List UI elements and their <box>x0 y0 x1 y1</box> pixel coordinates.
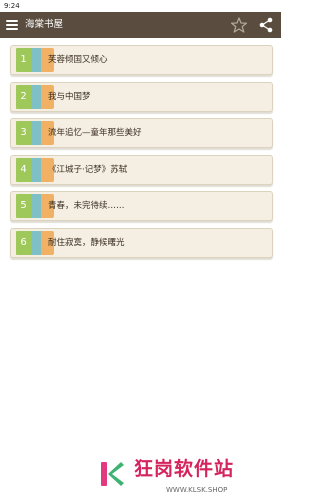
book-number: 2 <box>20 90 27 102</box>
book-item[interactable]: 6 耐住寂寞，静候曙光 <box>10 227 273 258</box>
watermark: 狂岗软件站 WWW.KLSK.SHOP <box>0 445 281 500</box>
watermark-url: WWW.KLSK.SHOP <box>166 486 228 494</box>
book-title: 《江城子·记梦》苏轼 <box>48 164 128 175</box>
book-title: 耐住寂寞，静候曙光 <box>48 237 125 248</box>
menu-icon[interactable] <box>4 17 20 33</box>
status-time: 9:24 <box>4 2 20 10</box>
share-icon[interactable] <box>257 16 275 34</box>
book-list: 1 芙蓉倾国又倾心 2 我与中国梦 3 流年追忆—童年那些美好 4 《江城子·记… <box>10 45 273 264</box>
book-number: 1 <box>20 54 27 65</box>
book-item[interactable]: 5 青春，未完待续…… <box>10 191 273 221</box>
book-number: 3 <box>20 127 27 138</box>
book-item[interactable]: 3 流年追忆—童年那些美好 <box>10 118 273 148</box>
status-bar: 9:24 <box>0 0 281 12</box>
book-item[interactable]: 2 我与中国梦 <box>10 81 273 112</box>
book-title: 芙蓉倾国又倾心 <box>48 55 108 65</box>
book-number: 6 <box>20 236 27 248</box>
book-number: 5 <box>20 200 27 211</box>
watermark-logo-icon <box>97 459 127 489</box>
app-title: 海棠书屋 <box>25 19 64 30</box>
book-item[interactable]: 1 芙蓉倾国又倾心 <box>10 45 273 75</box>
book-title: 我与中国梦 <box>48 91 91 102</box>
book-title: 流年追忆—童年那些美好 <box>48 128 142 138</box>
book-number: 4 <box>20 163 27 175</box>
star-icon[interactable] <box>230 16 248 34</box>
book-title: 青春，未完待续…… <box>48 201 125 211</box>
book-list-area: 1 芙蓉倾国又倾心 2 我与中国梦 3 流年追忆—童年那些美好 4 《江城子·记… <box>0 38 281 478</box>
app-bar: 海棠书屋 <box>0 12 281 38</box>
watermark-name: 狂岗软件站 <box>134 458 235 480</box>
book-item[interactable]: 4 《江城子·记梦》苏轼 <box>10 154 273 185</box>
